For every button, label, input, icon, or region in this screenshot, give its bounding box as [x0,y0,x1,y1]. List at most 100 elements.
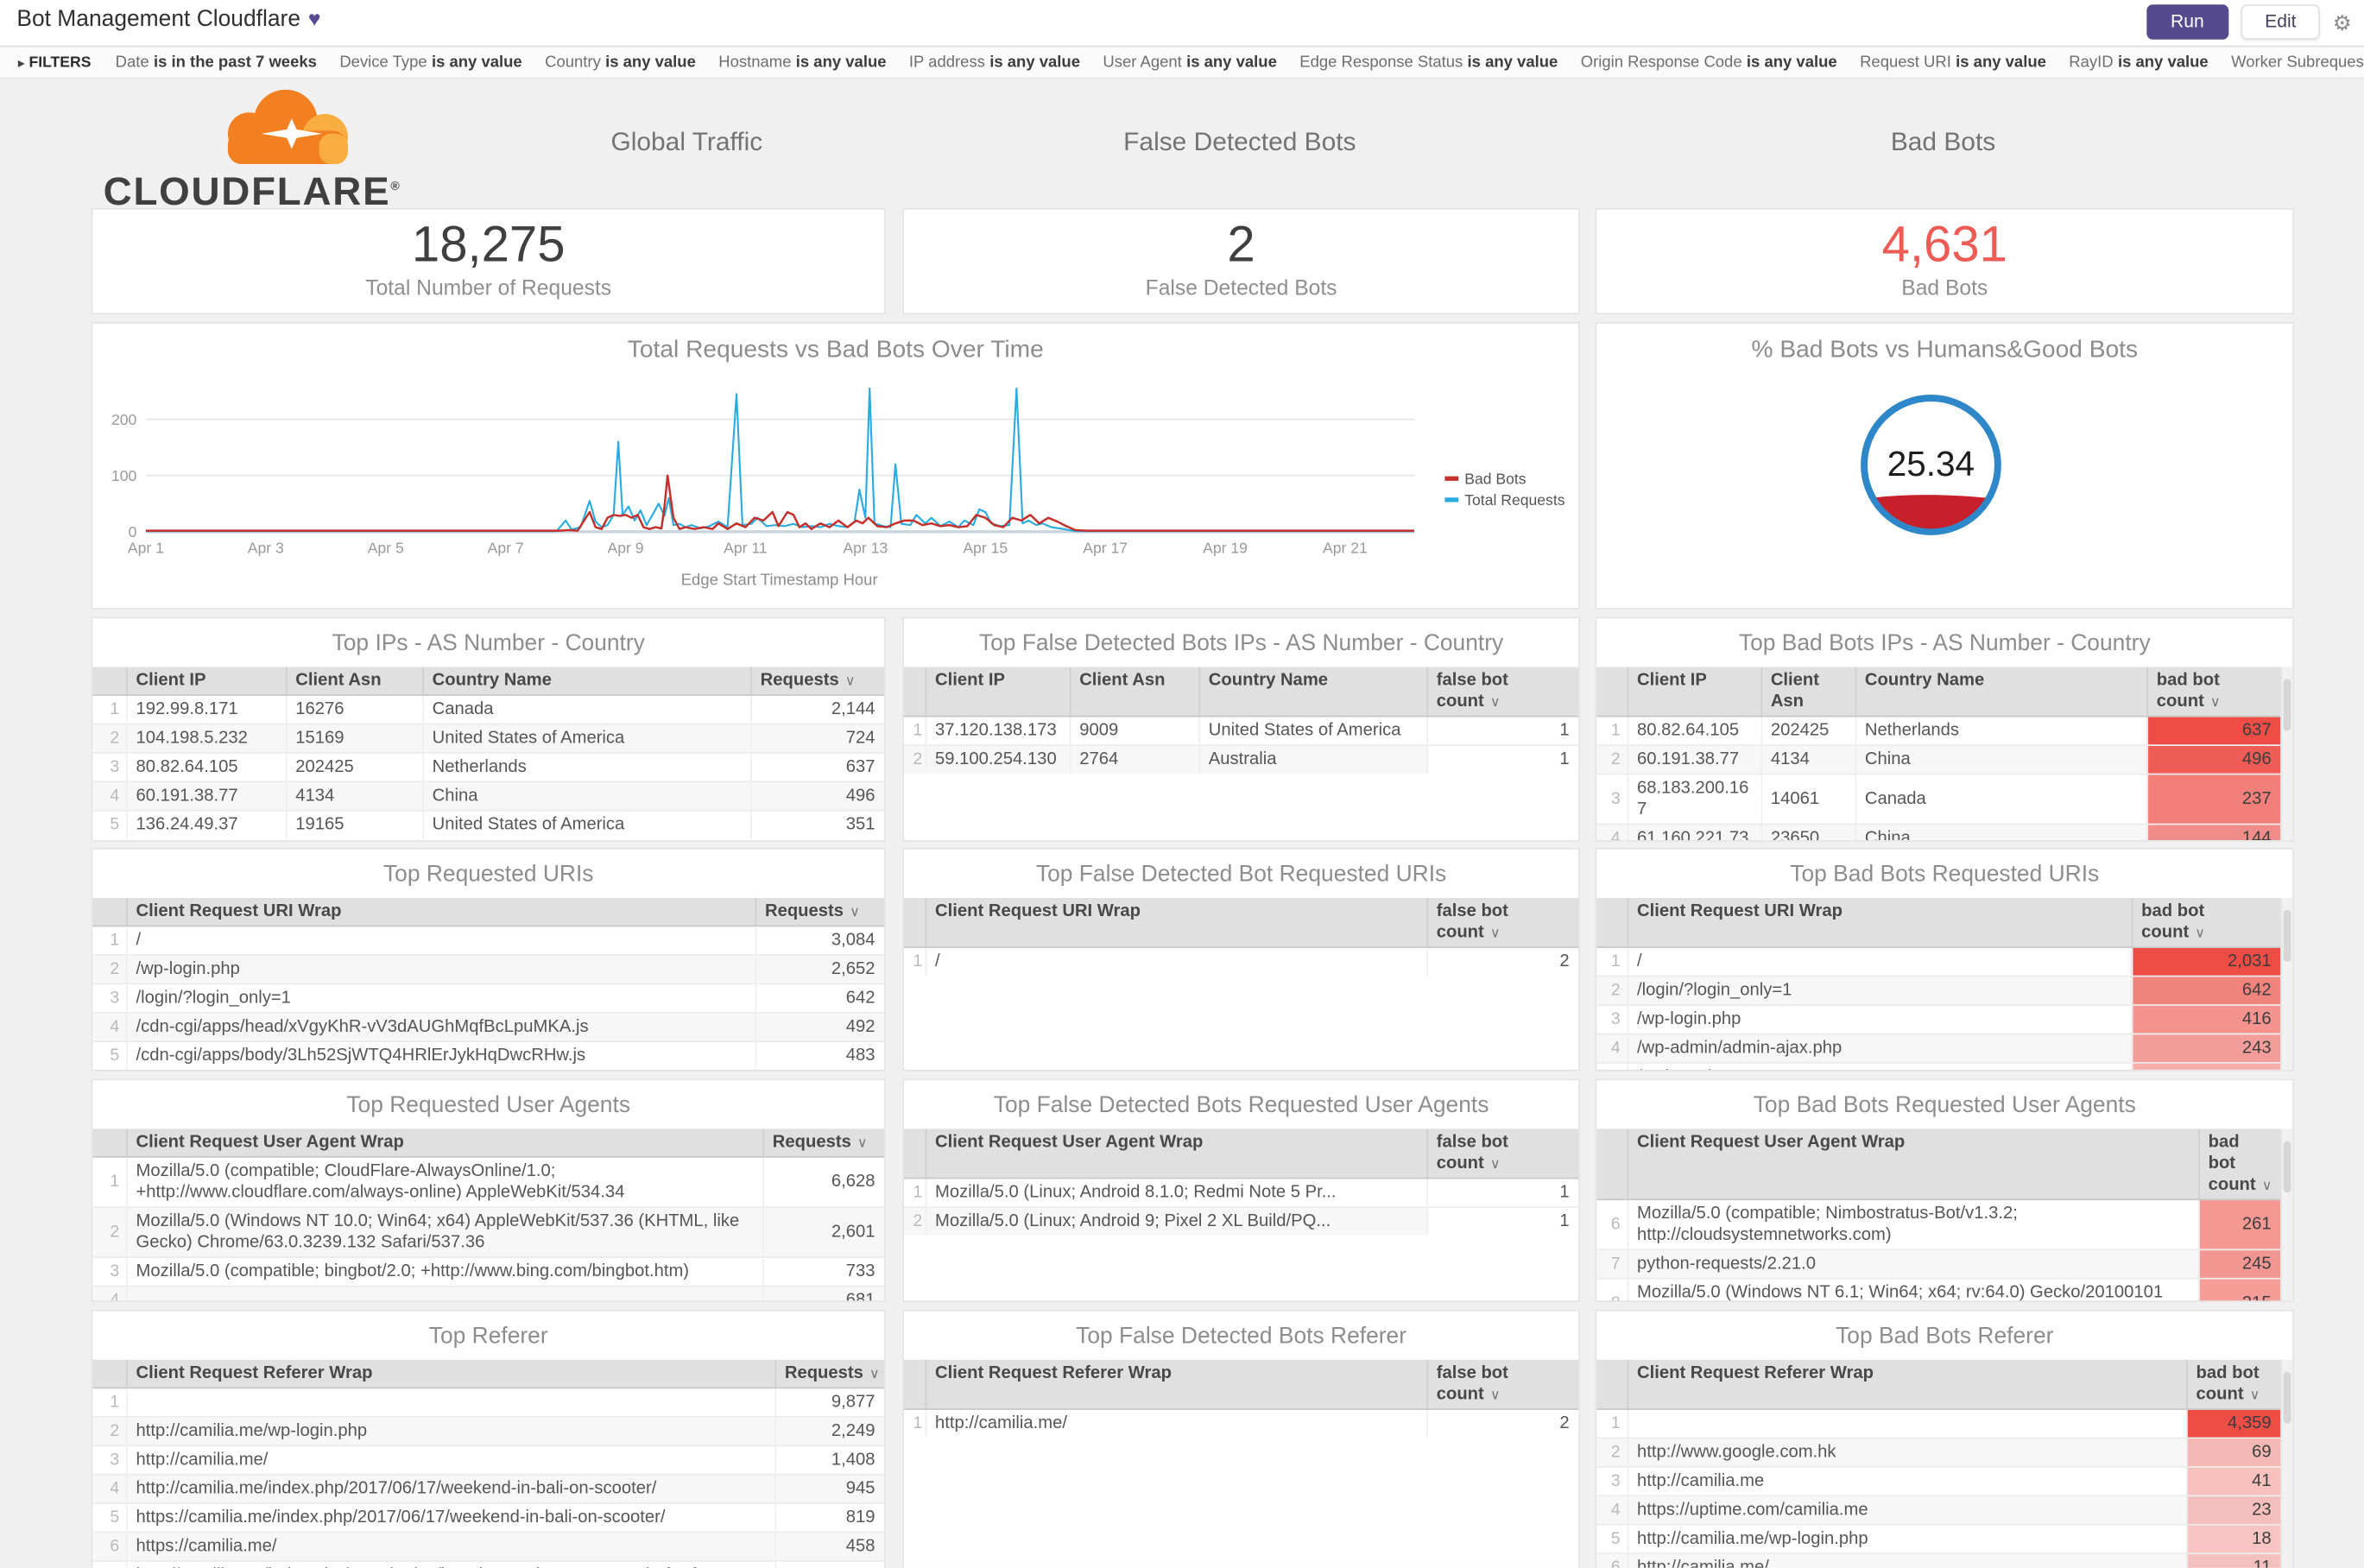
table-row[interactable]: 2 http://camilia.me/wp-login.php 2,249 [92,1415,885,1446]
table-row[interactable]: 5/cdn-cgi/apps/body/3Lh52SjWTQ4HRlErJykH… [92,1040,885,1070]
table-row[interactable]: 1 37.120.138.173 9009 United States of Amer… [903,715,1579,746]
column-header[interactable]: Client Request Referer Wrap [125,1359,775,1389]
kpi-value[interactable]: 4,631 [1596,216,2292,274]
table-row[interactable]: 4/cdn-cgi/apps/head/xVgyKhR-vV3dAUGhMqfB… [92,1011,885,1042]
filter-chip[interactable]: Origin Response Code is any value [1581,54,1837,72]
column-header[interactable]: bad bot count ∨ [2130,897,2281,948]
column-header[interactable]: Client Request Referer Wrap [924,1359,1427,1410]
table-row[interactable]: 3 Mozilla/5.0 (compatible; bingbot/2.0; +… [92,1256,885,1287]
table-row[interactable]: 2 http://www.google.com.hk 69 [1596,1437,2281,1467]
run-button[interactable]: Run [2146,4,2228,40]
table-row[interactable]: 4/wp-admin/admin-ajax.php 243 [1596,1033,2281,1063]
table-title: Top Bad Bots Referer [1836,1323,2054,1350]
table-row[interactable]: 4 https://uptime.com/camilia.me 23 [1596,1495,2281,1525]
table-row[interactable]: 2 104.198.5.232 15169 United States of Amer… [92,723,885,753]
column-header[interactable]: Client Request User Agent Wrap [1626,1129,2199,1201]
filter-chip[interactable]: Device Type is any value [339,54,521,72]
table-row[interactable]: 3 http://camilia.me/1,408 [92,1445,885,1475]
table-row[interactable]: 2 Mozilla/5.0 (Linux; Android 9; Pixel 2 … [903,1206,1579,1236]
table-row[interactable]: 4 http://camilia.me/index.php/2017/06/17/… [92,1473,885,1504]
filter-chip[interactable]: IP address is any value [909,54,1080,72]
table-row[interactable]: 5/xmlrpc.php124 [1596,1061,2281,1070]
column-header[interactable]: false bot count ∨ [1425,1129,1579,1179]
table-row[interactable]: 5 136.24.49.37 19165 United States of Ameri… [92,809,885,839]
sort-desc-icon: ∨ [2261,1177,2272,1193]
column-header[interactable]: false bot count ∨ [1425,667,1579,718]
table-row[interactable]: 3 80.82.64.105 202425 Netherlands 637 [92,752,885,782]
column-header[interactable]: Client Asn [1760,667,1855,718]
column-header[interactable]: Requests ∨ [749,667,885,696]
table-row[interactable]: 3 68.183.200.167 14061 Canada 237 [1596,773,2281,825]
table-title: Top False Detected Bots Referer [1076,1323,1407,1350]
table-row[interactable]: 1/2 [903,946,1579,976]
table-row[interactable]: 1 192.99.8.171 16276 Canada 2,144 [92,694,885,724]
column-header[interactable]: bad bot count ∨ [2146,667,2281,718]
column-header[interactable]: Country Name [1854,667,2147,718]
column-header[interactable]: Client Asn [284,667,423,696]
table-row[interactable]: 1 9,877 [92,1387,885,1417]
table-row[interactable]: 3 http://camilia.me 41 [1596,1466,2281,1496]
table-row[interactable]: 1 Mozilla/5.0 (Linux; Android 8.1.0; Redm… [903,1177,1579,1208]
column-header[interactable]: Client IP [924,667,1070,718]
filter-chip[interactable]: Hostname is any value [718,54,886,72]
table-row[interactable]: 6 Mozilla/5.0 (compatible; Nimbostratus-B… [1596,1198,2281,1250]
table-row[interactable]: 7 python-requests/2.21.0 245 [1596,1249,2281,1279]
table-row[interactable]: 2 60.191.38.77 4134 China 496 [1596,744,2281,775]
filter-chip[interactable]: RayID is any value [2069,54,2208,72]
column-header[interactable]: Client Asn [1068,667,1199,718]
column-header[interactable]: Requests ∨ [774,1359,885,1389]
table-row[interactable]: 6 http://camilia.me/11 [1596,1552,2281,1568]
table-row[interactable]: 1/3,084 [92,925,885,955]
table-row[interactable]: 1 http://camilia.me/2 [903,1408,1579,1438]
table-scrollbar[interactable] [2280,1359,2293,1568]
table-row[interactable]: 5 https://camilia.me/index.php/2017/06/17… [92,1502,885,1533]
table-row[interactable]: 2/wp-login.php 2,652 [92,954,885,984]
table-row[interactable]: 4 60.191.38.77 4134 China 496 [92,781,885,811]
table-row[interactable]: 1 4,359 [1596,1408,2281,1438]
table-row[interactable]: 3/wp-login.php 416 [1596,1004,2281,1034]
filter-chip[interactable]: Country is any value [545,54,696,72]
column-header[interactable]: Country Name [1198,667,1427,718]
filters-toggle[interactable]: ▸ FILTERS [18,54,91,70]
column-header[interactable]: Requests ∨ [754,897,885,927]
column-header[interactable]: bad bot count ∨ [2197,1129,2281,1201]
table-row[interactable]: 2 59.100.254.130 2764 Australia 1 [903,744,1579,774]
column-header[interactable]: Client Request URI Wrap [125,897,755,927]
column-header[interactable]: Requests ∨ [762,1129,885,1158]
table-row[interactable]: 7http://camilia.me/index.php/2017/05/14/… [92,1560,885,1568]
column-header[interactable]: Client Request User Agent Wrap [924,1129,1427,1179]
table-row[interactable]: 4 61.160.221.73 23650 China 144 [1596,823,2281,841]
filter-chip[interactable]: User Agent is any value [1103,54,1276,72]
column-header[interactable]: bad bot count ∨ [2185,1359,2281,1410]
filter-chip[interactable]: Edge Response Status is any value [1299,54,1558,72]
table-row[interactable]: 6 https://camilia.me/458 [92,1531,885,1561]
column-header[interactable]: Client Request Referer Wrap [1626,1359,2187,1410]
table-row[interactable]: 1/2,031 [1596,946,2281,977]
table-row[interactable]: 5 http://camilia.me/wp-login.php 18 [1596,1523,2281,1554]
column-header[interactable]: Country Name [421,667,751,696]
kpi-value[interactable]: 18,275 [92,216,884,274]
kpi-value[interactable]: 2 [904,216,1578,274]
filter-chip[interactable]: Request URI is any value [1860,54,2046,72]
column-header[interactable]: Client Request User Agent Wrap [125,1129,763,1158]
column-header[interactable]: Client IP [125,667,286,696]
table-row[interactable]: 3/login/?login_only=1 642 [92,983,885,1013]
column-header[interactable]: Client Request URI Wrap [1626,897,2132,948]
column-header[interactable]: Client Request URI Wrap [924,897,1427,948]
edit-button[interactable]: Edit [2240,4,2321,40]
filter-chip[interactable]: Worker Subrequestis... [2231,54,2364,72]
table-row[interactable]: 2 Mozilla/5.0 (Windows NT 10.0; Win64; x6… [92,1206,885,1258]
gear-icon[interactable]: ⚙ [2333,7,2352,37]
column-header[interactable]: Client IP [1626,667,1761,718]
table-row[interactable]: 1 Mozilla/5.0 (compatible; CloudFlare-Alw… [92,1156,885,1208]
column-header[interactable]: false bot count ∨ [1425,897,1579,948]
table-scrollbar[interactable] [2280,1129,2293,1301]
table-row[interactable]: 1 80.82.64.105 202425 Netherlands 637 [1596,715,2281,746]
table-scrollbar[interactable] [2280,897,2293,1070]
table-row[interactable]: 2/login/?login_only=1 642 [1596,975,2281,1005]
table-row[interactable]: 4 681 [92,1285,885,1301]
filter-chip[interactable]: Date is in the past 7 weeks [116,54,317,72]
table-scrollbar[interactable] [2280,667,2293,841]
table-row[interactable]: 8Mozilla/5.0 (Windows NT 6.1; Win64; x64… [1596,1277,2281,1301]
column-header[interactable]: false bot count ∨ [1425,1359,1579,1410]
